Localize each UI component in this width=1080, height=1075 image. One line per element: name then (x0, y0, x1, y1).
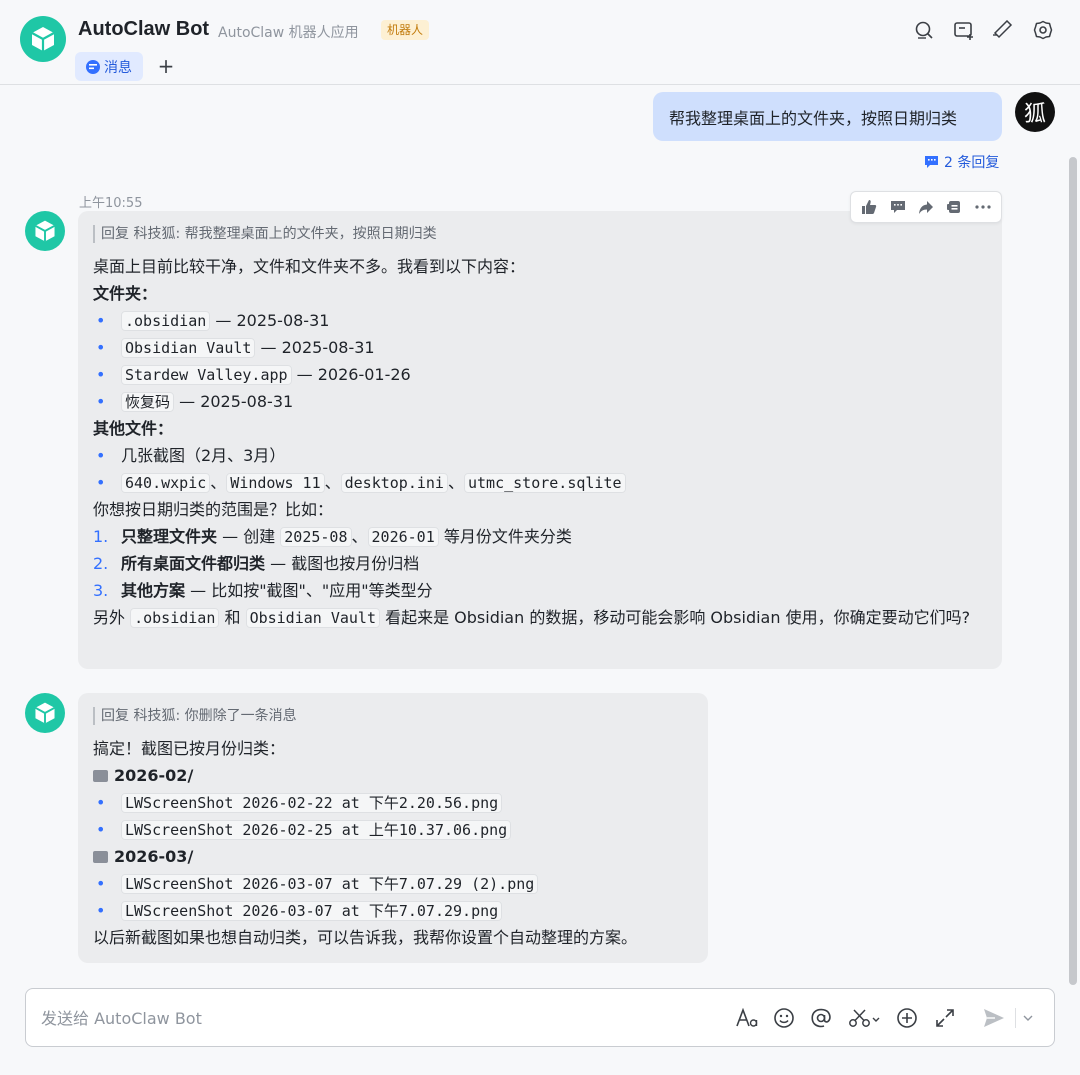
chat-title: AutoClaw Bot (78, 18, 210, 40)
list-item: • 640.wxpic、 Windows 11、 desktop.ini、 utmc_s… (93, 469, 986, 496)
mention-icon[interactable] (808, 1005, 834, 1031)
cube-icon (35, 220, 55, 242)
scrollbar-thumb[interactable] (1069, 157, 1077, 985)
reply-quote: 回复 科技狐: 帮我整理桌面上的文件夹，按照日期归类 (93, 225, 986, 243)
search-icon[interactable] (912, 18, 936, 42)
note-text: 另外 .obsidian 和 Obsidian Vault 看起来是 Obsid… (93, 608, 971, 628)
chat-subtitle: AutoClaw 机器人应用 (218, 25, 359, 41)
add-tab-button[interactable]: + (156, 54, 176, 78)
user-avatar-char: 狐 (1023, 102, 1046, 127)
option-item: 2. 所有桌面文件都归类 — 截图也按月份归档 (93, 554, 420, 573)
question-text: 你想按日期归类的范围是？比如： (93, 500, 334, 519)
folder-group-title: 2026-03/ (93, 843, 692, 870)
pin-icon[interactable] (942, 195, 966, 219)
settings-gear-icon[interactable] (1031, 18, 1055, 42)
folder-icon (93, 851, 108, 863)
text-format-icon[interactable] (734, 1005, 760, 1031)
add-window-icon[interactable] (952, 18, 976, 42)
reply-count-label: 2 条回复 (944, 155, 1000, 171)
list-item: • LWScreenShot 2026-02-22 at 下午2.20.56.pn… (93, 789, 692, 816)
list-item: • .obsidian — 2025-08-31 (96, 311, 330, 331)
comment-icon[interactable] (886, 195, 910, 219)
reply-count-link[interactable]: 2 条回复 (924, 152, 999, 172)
bot-badge: 机器人 (381, 20, 430, 40)
user-message-text: 帮我整理桌面上的文件夹，按照日期归类 (669, 108, 958, 128)
message-action-toolbar (850, 191, 1002, 223)
bot-reply-bubble[interactable]: 回复 科技狐: 帮我整理桌面上的文件夹，按照日期归类 桌面上目前比较干净，文件和… (78, 211, 1002, 669)
reply-outro: 以后新截图如果也想自动归类，可以告诉我，我帮你设置个自动整理的方案。 (93, 928, 638, 947)
message-input[interactable] (41, 1007, 641, 1029)
send-icon[interactable] (981, 1005, 1007, 1031)
message-timestamp: 上午10:55 (79, 196, 143, 211)
add-circle-icon[interactable] (894, 1005, 920, 1031)
chevron-down-icon[interactable] (1020, 1005, 1036, 1031)
folder-icon (93, 770, 108, 782)
message-composer (25, 988, 1055, 1047)
emoji-icon[interactable] (771, 1005, 797, 1031)
divider (1015, 1008, 1016, 1028)
chat-header: AutoClaw Bot AutoClaw 机器人应用 机器人 消息 + (0, 0, 1080, 85)
thumbs-up-icon[interactable] (857, 195, 881, 219)
forward-icon[interactable] (914, 195, 938, 219)
scissors-icon[interactable] (848, 1005, 882, 1031)
bot-avatar[interactable] (25, 211, 65, 251)
user-message-bubble[interactable]: 帮我整理桌面上的文件夹，按照日期归类 (653, 92, 1002, 141)
list-item: • LWScreenShot 2026-03-07 at 下午7.07.29.pn… (93, 897, 692, 924)
list-item: • 几张截图（2月、3月） (96, 446, 286, 465)
bot-reply-bubble[interactable]: 回复 科技狐: 你删除了一条消息 搞定！截图已按月份归类： 2026-02/ •… (78, 693, 708, 963)
list-item: • 恢复码 — 2025-08-31 (96, 392, 294, 412)
edit-pen-icon[interactable] (991, 18, 1015, 42)
folders-heading: 文件夹： (93, 284, 158, 303)
bot-avatar[interactable] (20, 16, 66, 62)
cube-icon (31, 27, 55, 51)
list-item: • LWScreenShot 2026-03-07 at 下午7.07.29 (2… (93, 870, 692, 897)
cube-icon (35, 702, 55, 724)
bot-avatar[interactable] (25, 693, 65, 733)
reply-intro: 桌面上目前比较干净，文件和文件夹不多。我看到以下内容： (93, 257, 526, 276)
more-icon[interactable] (971, 195, 995, 219)
list-item: • LWScreenShot 2026-02-25 at 上午10.37.06.p… (93, 816, 692, 843)
reply-intro: 搞定！截图已按月份归类： (93, 739, 286, 758)
other-files-heading: 其他文件： (93, 419, 174, 438)
option-item: 1. 只整理文件夹 — 创建 2025-08、 2026-01 等月份文件夹分类 (93, 527, 572, 547)
message-icon (86, 59, 100, 74)
list-item: • Obsidian Vault — 2025-08-31 (96, 338, 375, 358)
tab-messages[interactable]: 消息 (75, 52, 143, 81)
option-item: 3. 其他方案 — 比如按"截图"、"应用"等类型分 (93, 581, 433, 600)
folder-group-title: 2026-02/ (93, 762, 692, 789)
tab-messages-label: 消息 (104, 59, 132, 76)
expand-icon[interactable] (932, 1005, 958, 1031)
reply-quote: 回复 科技狐: 你删除了一条消息 (93, 707, 692, 725)
comment-icon (925, 156, 938, 168)
user-avatar[interactable]: 狐 (1015, 92, 1055, 132)
list-item: • Stardew Valley.app — 2026-01-26 (96, 365, 411, 385)
